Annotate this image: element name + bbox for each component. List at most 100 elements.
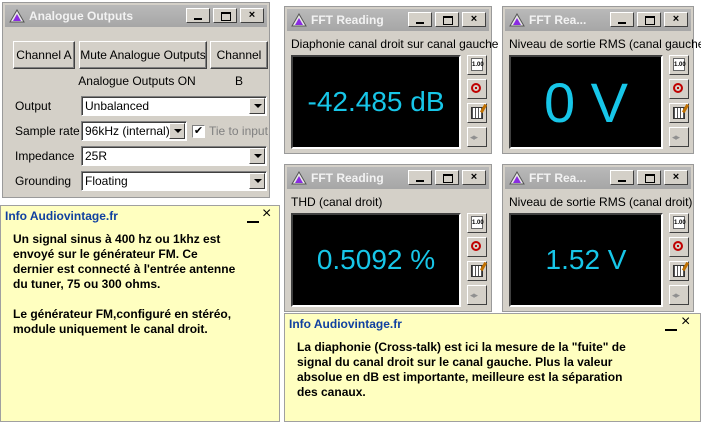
fft-display: 1.52 V: [509, 213, 663, 307]
info-text: Un signal sinus à 400 hz ou 1khz est env…: [13, 232, 236, 336]
fft-caption: THD (canal droit): [291, 195, 383, 209]
impedance-value: 25R: [85, 149, 108, 163]
analogue-title-bar[interactable]: Analogue Outputs ×: [5, 5, 267, 27]
arrows-icon: ◂▸: [470, 290, 478, 300]
chevron-down-icon[interactable]: [249, 148, 265, 164]
probe-button[interactable]: [467, 237, 487, 257]
app-logo-icon: [509, 171, 525, 185]
scale-button[interactable]: 1.00: [467, 55, 487, 75]
fft-side-toolbar: 1.00 ◂▸: [467, 213, 487, 309]
grounding-select[interactable]: Floating: [81, 171, 267, 191]
maximize-button[interactable]: [435, 12, 459, 27]
output-label: Output: [15, 99, 52, 113]
fft-reading-window-4: FFT Rea... × Niveau de sortie RMS (canal…: [502, 164, 694, 312]
fft-value: 0 V: [543, 70, 629, 134]
close-icon[interactable]: ×: [681, 314, 690, 330]
probe-button[interactable]: [669, 237, 689, 257]
minimize-button[interactable]: [610, 12, 634, 27]
maximize-button[interactable]: [435, 170, 459, 185]
minimize-button[interactable]: [186, 8, 210, 23]
impedance-label: Impedance: [15, 149, 75, 163]
probe-button[interactable]: [669, 79, 689, 99]
maximize-button[interactable]: [213, 8, 237, 23]
analogue-title: Analogue Outputs: [29, 9, 133, 23]
chevron-down-icon[interactable]: [249, 98, 265, 114]
fft-side-toolbar: 1.00 ◂▸: [669, 55, 689, 151]
app-logo-icon: [291, 171, 307, 185]
scale-button[interactable]: 1.00: [467, 213, 487, 233]
tie-to-input-checkbox[interactable]: ✔: [192, 125, 205, 138]
info-panel-left: Info Audiovintage.fr × Un signal sinus à…: [0, 205, 280, 422]
minimize-button[interactable]: [408, 170, 432, 185]
scale-button[interactable]: 1.00: [669, 213, 689, 233]
fft-reading-window-2: FFT Rea... × Niveau de sortie RMS (canal…: [502, 6, 701, 154]
grounding-value: Floating: [85, 174, 128, 188]
fft-title: FFT Rea...: [529, 171, 587, 185]
close-button[interactable]: ×: [664, 170, 688, 185]
close-button[interactable]: ×: [664, 12, 688, 27]
arrows-icon: ◂▸: [672, 290, 680, 300]
minimize-icon[interactable]: [247, 221, 259, 223]
fft-title-bar[interactable]: FFT Rea... ×: [505, 167, 691, 189]
close-button[interactable]: ×: [240, 8, 264, 23]
fft-display: -42.485 dB: [291, 55, 461, 149]
fft-display: 0.5092 %: [291, 213, 461, 307]
scale-button[interactable]: 1.00: [669, 55, 689, 75]
grid-edit-icon: [673, 265, 685, 277]
minimize-button[interactable]: [610, 170, 634, 185]
maximize-button[interactable]: [637, 12, 661, 27]
app-logo-icon: [291, 13, 307, 27]
sample-rate-label: Sample rate: [15, 124, 80, 138]
grounding-label: Grounding: [15, 174, 72, 188]
scale-icon: 1.00: [673, 58, 686, 71]
scale-icon: 1.00: [471, 216, 484, 229]
scale-icon: 1.00: [471, 58, 484, 71]
fft-title-bar[interactable]: FFT Reading ×: [287, 9, 489, 31]
scale-icon: 1.00: [673, 216, 686, 229]
fft-title: FFT Reading: [311, 13, 384, 27]
chevron-down-icon[interactable]: [249, 173, 265, 189]
arrows-button[interactable]: ◂▸: [467, 285, 487, 305]
fft-title: FFT Reading: [311, 171, 384, 185]
probe-icon: [471, 241, 481, 251]
fft-value: -42.485 dB: [307, 86, 445, 117]
close-icon[interactable]: ×: [262, 206, 271, 222]
edit-grid-button[interactable]: [669, 261, 689, 281]
info-text: La diaphonie (Cross-talk) est ici la mes…: [297, 340, 626, 399]
info-panel-right: Info Audiovintage.fr × La diaphonie (Cro…: [284, 313, 701, 422]
mute-analogue-outputs-button[interactable]: Mute Analogue Outputs: [79, 41, 207, 69]
fft-side-toolbar: 1.00 ◂▸: [669, 213, 689, 309]
sample-rate-value: 96kHz (internal): [85, 124, 170, 138]
fft-display: 0 V: [509, 55, 663, 149]
arrows-button[interactable]: ◂▸: [467, 127, 487, 147]
arrows-button[interactable]: ◂▸: [669, 285, 689, 305]
maximize-button[interactable]: [637, 170, 661, 185]
chevron-down-icon[interactable]: [169, 123, 185, 139]
edit-grid-button[interactable]: [467, 261, 487, 281]
grid-edit-icon: [471, 265, 483, 277]
fft-reading-window-1: FFT Reading × Diaphonie canal droit sur …: [284, 6, 498, 154]
edit-grid-button[interactable]: [669, 103, 689, 123]
arrows-button[interactable]: ◂▸: [669, 127, 689, 147]
close-button[interactable]: ×: [462, 170, 486, 185]
fft-caption: Diaphonie canal droit sur canal gauche: [291, 37, 499, 51]
fft-caption: Niveau de sortie RMS (canal gauche): [509, 37, 701, 51]
fft-title-bar[interactable]: FFT Rea... ×: [505, 9, 691, 31]
channel-b-button[interactable]: Channel B: [210, 41, 268, 88]
edit-grid-button[interactable]: [467, 103, 487, 123]
fft-title-bar[interactable]: FFT Reading ×: [287, 167, 489, 189]
probe-icon: [673, 241, 683, 251]
probe-button[interactable]: [467, 79, 487, 99]
close-button[interactable]: ×: [462, 12, 486, 27]
fft-title: FFT Rea...: [529, 13, 587, 27]
sample-rate-select[interactable]: 96kHz (internal): [81, 121, 187, 141]
app-logo-icon: [9, 9, 25, 23]
fft-reading-window-3: FFT Reading × THD (canal droit) 0.5092 %…: [284, 164, 492, 312]
channel-a-button[interactable]: Channel A: [13, 41, 75, 69]
impedance-select[interactable]: 25R: [81, 146, 267, 166]
info-title: Info Audiovintage.fr: [289, 317, 402, 331]
minimize-button[interactable]: [408, 12, 432, 27]
minimize-icon[interactable]: [665, 329, 677, 331]
output-select[interactable]: Unbalanced: [81, 96, 267, 116]
analogue-outputs-window: Analogue Outputs × Channel A Mute Analog…: [2, 2, 270, 198]
